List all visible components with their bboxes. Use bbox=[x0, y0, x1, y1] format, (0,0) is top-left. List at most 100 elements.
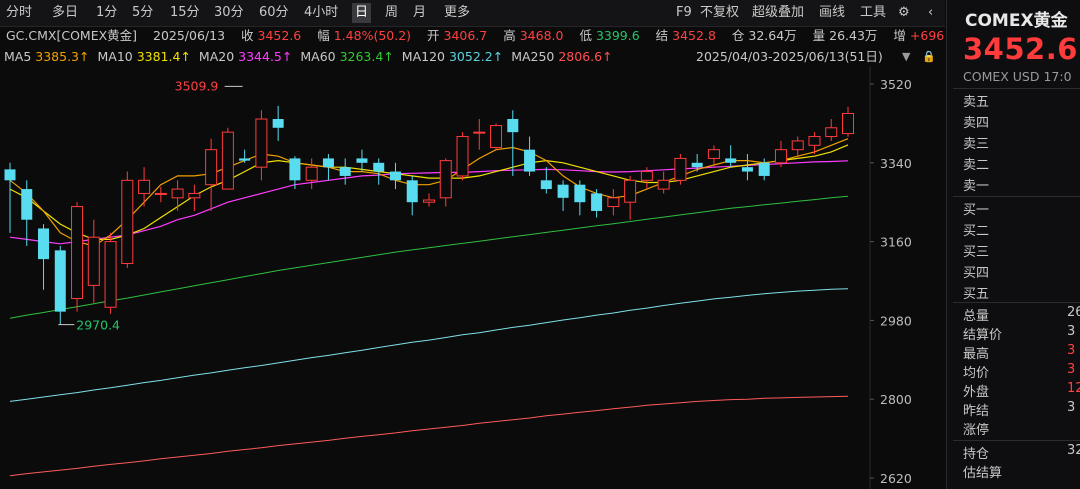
candle-body-up bbox=[121, 179, 134, 264]
candle-body-up bbox=[808, 136, 821, 146]
candle-body-up bbox=[205, 149, 218, 186]
ma-name-ma60: MA60 bbox=[300, 49, 340, 64]
candlestick-chart[interactable]: 3520 3340 3160 2980 2800 2620 3509.9 2970.4 bbox=[0, 66, 945, 489]
panel-title: COMEX黄金 bbox=[965, 11, 1068, 31]
candle-body-up bbox=[774, 149, 787, 164]
y-tick-label: 3520 bbox=[880, 77, 912, 92]
candle-body-up bbox=[674, 157, 687, 181]
stat-value-3: 3 bbox=[1067, 362, 1076, 377]
candle-body-down bbox=[54, 250, 66, 312]
lock-icon[interactable]: 🔒 bbox=[922, 47, 936, 67]
settings-icon[interactable]: ⚙ bbox=[898, 3, 910, 23]
back-icon[interactable]: ‹ bbox=[928, 3, 933, 23]
settle-label: 结 bbox=[655, 28, 669, 43]
candle-body-down bbox=[373, 162, 385, 172]
candle-body-up bbox=[657, 179, 670, 190]
timeframe-tab-6[interactable]: 60分 bbox=[259, 3, 289, 23]
oi-value: 32.64万 bbox=[748, 28, 797, 43]
stat-value-1: 3 bbox=[1067, 324, 1076, 339]
ask-label-2: 卖三 bbox=[963, 137, 990, 152]
toolbar-button-0[interactable]: F9 bbox=[676, 3, 692, 23]
candle-body-up bbox=[87, 236, 100, 286]
chart-toolbar: 分时 多日 1分 5分 15分 30分 60分 4小时日周月更多 F9 不复权 超级叠加 画线 工具 ⚙ ‹ bbox=[0, 0, 945, 27]
trading-app: 分时 多日 1分 5分 15分 30分 60分 4小时日周月更多 F9 不复权 超级叠加 画线 工具 ⚙ ‹… bbox=[0, 0, 1080, 489]
timeframe-tab-3[interactable]: 5分 bbox=[132, 3, 153, 23]
timeframe-tab-0[interactable]: 分时 bbox=[6, 3, 32, 23]
y-tick-label: 2980 bbox=[880, 313, 912, 328]
candle-body-down bbox=[21, 189, 33, 220]
bid-label-3: 买四 bbox=[963, 266, 990, 281]
panel-subtitle: COMEX USD 17:0 bbox=[963, 69, 1072, 84]
candle-body-up bbox=[138, 179, 151, 194]
stat-value-0: 26 bbox=[1067, 305, 1080, 320]
candle-body-down bbox=[691, 162, 703, 168]
timeframe-tab-4[interactable]: 15分 bbox=[170, 3, 200, 23]
ask-label-1: 卖四 bbox=[963, 116, 990, 131]
ma250-line bbox=[9, 395, 849, 477]
candle-body-down bbox=[38, 228, 50, 260]
ma-value-ma250: 2806.6↑ bbox=[558, 49, 613, 64]
candle-body-up bbox=[842, 113, 854, 135]
candle-body-down bbox=[239, 158, 251, 161]
candle-body-up bbox=[188, 192, 201, 199]
candle-body-up bbox=[473, 131, 486, 134]
ma-value-ma10: 3381.4↑ bbox=[136, 49, 191, 64]
timeframe-tab-5[interactable]: 30分 bbox=[214, 3, 244, 23]
candle-body-down bbox=[725, 158, 737, 163]
candle-body-down bbox=[741, 167, 753, 172]
range-dropdown-icon[interactable]: ▼ bbox=[902, 47, 910, 67]
candle-body-down bbox=[540, 180, 552, 190]
toolbar-button-4[interactable]: 工具 bbox=[860, 3, 886, 23]
toolbar-button-2[interactable]: 超级叠加 bbox=[752, 3, 804, 23]
candle-body-down bbox=[524, 149, 536, 172]
stat-label-0: 总量 bbox=[963, 309, 990, 324]
bid-label-4: 买五 bbox=[963, 287, 990, 302]
stat-label-2: 最高 bbox=[963, 347, 990, 362]
date-range-label[interactable]: 2025/04/03-2025/06/13(51日) bbox=[696, 47, 883, 67]
candle-body-down bbox=[591, 193, 603, 211]
change-value: 1.48%(50.2) bbox=[333, 28, 412, 43]
high-value: 3468.0 bbox=[519, 28, 564, 43]
add-label: 增 bbox=[893, 28, 906, 43]
candle-body-up bbox=[490, 125, 503, 148]
y-tick-label: 3160 bbox=[880, 235, 912, 250]
stat-label-6: 涨停 bbox=[963, 423, 990, 438]
candle-body-down bbox=[557, 184, 569, 198]
toolbar-button-1[interactable]: 不复权 bbox=[700, 3, 739, 23]
candle-body-up bbox=[791, 140, 804, 151]
candle-body-up bbox=[305, 166, 318, 181]
candle-body-down bbox=[289, 158, 301, 181]
extra-label-0: 持仓 bbox=[963, 447, 990, 462]
open-value: 3406.7 bbox=[443, 28, 488, 43]
candle-body-up bbox=[221, 131, 234, 190]
candle-body-down bbox=[406, 180, 418, 203]
ma-value-ma120: 3052.2↑ bbox=[448, 49, 504, 64]
y-tick-label: 2620 bbox=[880, 471, 912, 486]
ma120-line bbox=[9, 288, 849, 402]
divider bbox=[953, 196, 1080, 197]
candle-body-down bbox=[322, 158, 334, 168]
timeframe-tab-9[interactable]: 周 bbox=[385, 3, 398, 23]
open-label: 开 bbox=[427, 28, 440, 43]
timeframe-tab-8[interactable]: 日 bbox=[352, 3, 372, 23]
candle-body-up bbox=[607, 197, 620, 208]
candle-body-down bbox=[356, 158, 368, 163]
ma5-line bbox=[9, 138, 849, 247]
ma-name-ma120: MA120 bbox=[401, 49, 449, 64]
ma-legend: MA5 3385.3↑ MA10 3381.4↑ MA20 3344.5↑ MA60 … bbox=[0, 49, 613, 64]
timeframe-tab-7[interactable]: 4小时 bbox=[304, 3, 338, 23]
add-value: +696 bbox=[909, 28, 945, 43]
ma-name-ma20: MA20 bbox=[198, 49, 239, 64]
candle-body-up bbox=[456, 136, 469, 177]
candle-body-up bbox=[640, 171, 653, 181]
timeframe-tab-2[interactable]: 1分 bbox=[96, 3, 117, 23]
timeframe-tab-1[interactable]: 多日 bbox=[52, 3, 78, 23]
vol-label: 量 bbox=[812, 28, 826, 43]
timeframe-tab-10[interactable]: 月 bbox=[413, 3, 426, 23]
timeframe-tab-11[interactable]: 更多 bbox=[444, 3, 470, 23]
close-label: 收 bbox=[241, 28, 254, 43]
ask-label-3: 卖二 bbox=[963, 158, 990, 173]
candle-body-down bbox=[4, 169, 16, 181]
candle-body-down bbox=[574, 184, 586, 203]
toolbar-button-3[interactable]: 画线 bbox=[819, 3, 845, 23]
